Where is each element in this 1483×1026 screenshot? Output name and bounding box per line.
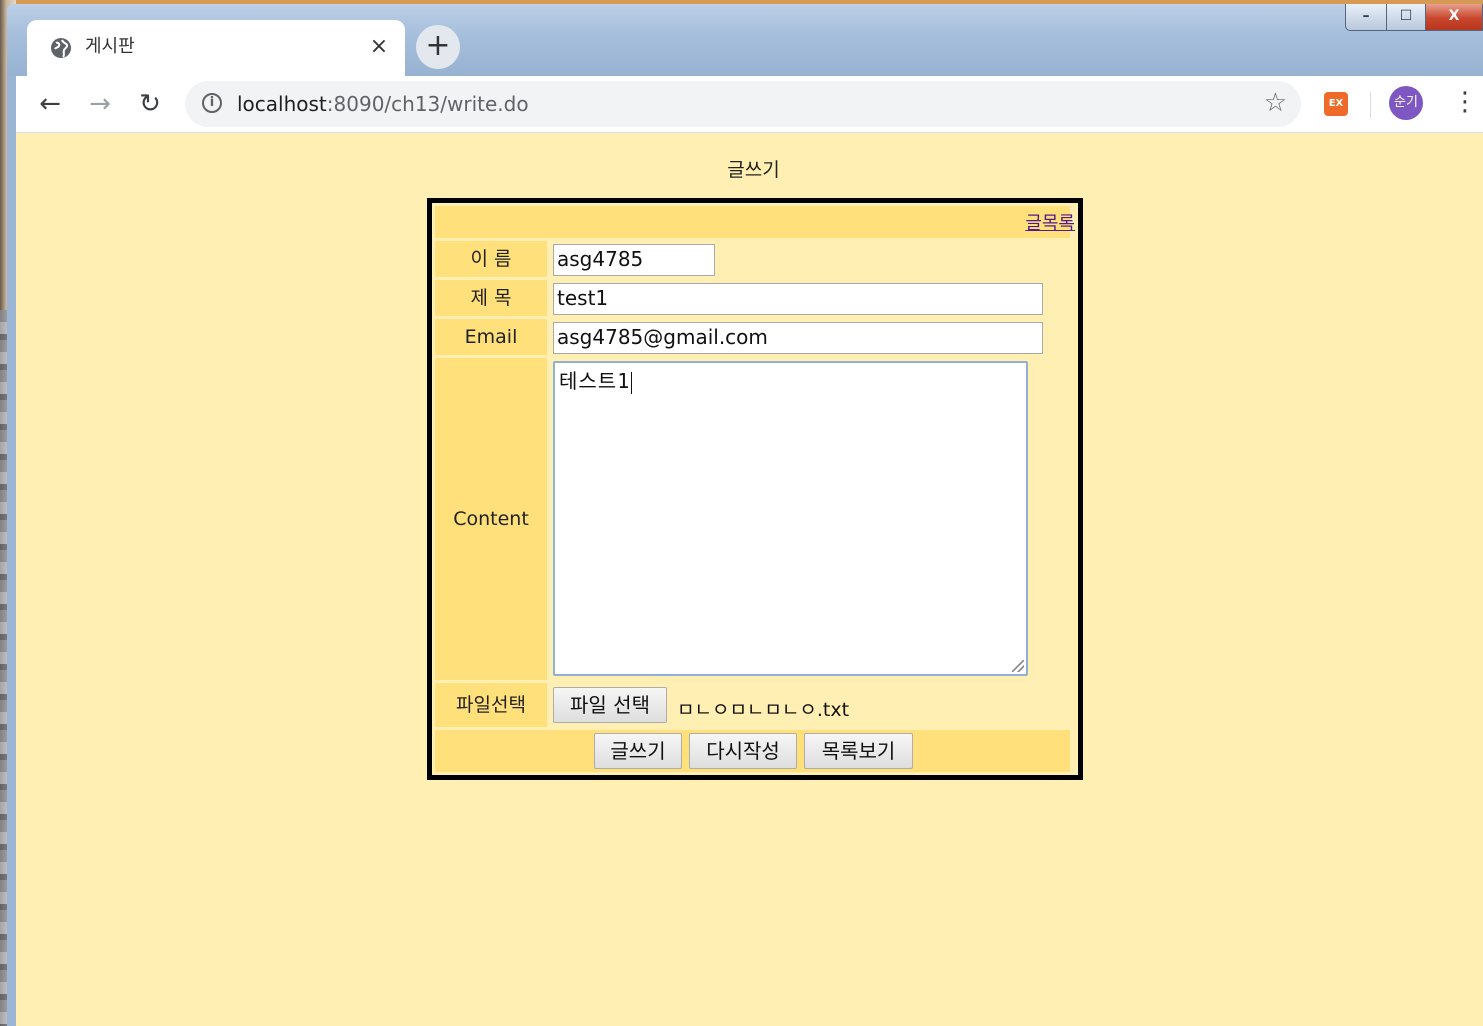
maximize-button[interactable]: ☐: [1387, 4, 1426, 31]
url-host: localhost: [237, 92, 327, 116]
page-content: 글쓰기 글목록 이 름 asg4785 제 목 test1 Email asg4…: [16, 133, 1483, 1026]
email-label: Email: [435, 319, 547, 355]
content-textarea[interactable]: 테스트1: [553, 361, 1028, 676]
forward-arrow-icon[interactable]: →: [82, 86, 118, 122]
new-tab-button[interactable]: +: [416, 25, 460, 69]
window-controls: – ☐ X: [1345, 4, 1483, 32]
content-text: 테스트1: [559, 369, 631, 393]
submit-button[interactable]: 글쓰기: [594, 733, 682, 769]
tab-title: 게시판: [85, 36, 135, 57]
browser-window: 게시판 × + – ☐ X ← → ↻ i localhost:8090/ch1…: [7, 4, 1483, 1026]
email-input[interactable]: asg4785@gmail.com: [553, 322, 1043, 354]
page-title: 글쓰기: [727, 159, 780, 181]
selected-file-name: ㅁㄴㅇㅁㄴㅁㄴㅇ.txt: [677, 699, 850, 721]
list-link-row: [435, 206, 1070, 238]
tab-close-icon[interactable]: ×: [365, 33, 393, 61]
globe-icon: [51, 38, 71, 58]
back-arrow-icon[interactable]: ←: [32, 86, 68, 122]
file-label: 파일선택: [435, 683, 547, 727]
list-button[interactable]: 목록보기: [804, 733, 913, 769]
url-text[interactable]: localhost:8090/ch13/write.do: [237, 91, 529, 117]
profile-avatar[interactable]: 순기: [1389, 86, 1423, 120]
menu-kebab-icon[interactable]: ⋮: [1452, 86, 1478, 120]
reload-icon[interactable]: ↻: [132, 86, 168, 122]
bookmark-star-icon[interactable]: ☆: [1264, 88, 1287, 118]
name-label: 이 름: [435, 241, 547, 277]
address-bar[interactable]: i localhost:8090/ch13/write.do ☆: [185, 81, 1301, 127]
resize-handle-icon[interactable]: [1012, 660, 1024, 672]
subject-input[interactable]: test1: [553, 283, 1043, 315]
toolbar-divider: [1370, 92, 1371, 118]
content-label: Content: [435, 358, 547, 680]
title-bar: 게시판 × + – ☐ X: [7, 4, 1483, 76]
url-path: :8090/ch13/write.do: [326, 92, 529, 116]
reset-button[interactable]: 다시작성: [689, 733, 797, 769]
browser-tab[interactable]: 게시판 ×: [27, 20, 405, 76]
minimize-button[interactable]: –: [1345, 4, 1387, 31]
close-window-button[interactable]: X: [1426, 4, 1483, 31]
name-input[interactable]: asg4785: [553, 244, 715, 276]
file-select-button[interactable]: 파일 선택: [553, 687, 667, 723]
info-icon[interactable]: i: [202, 93, 222, 113]
subject-label: 제 목: [435, 280, 547, 316]
text-cursor: [631, 371, 633, 394]
write-form: 글목록 이 름 asg4785 제 목 test1 Email asg4785@…: [427, 198, 1083, 780]
list-link[interactable]: 글목록: [1025, 209, 1075, 235]
browser-toolbar: ← → ↻ i localhost:8090/ch13/write.do ☆ E…: [16, 76, 1483, 133]
extension-icon[interactable]: EX: [1324, 92, 1348, 116]
